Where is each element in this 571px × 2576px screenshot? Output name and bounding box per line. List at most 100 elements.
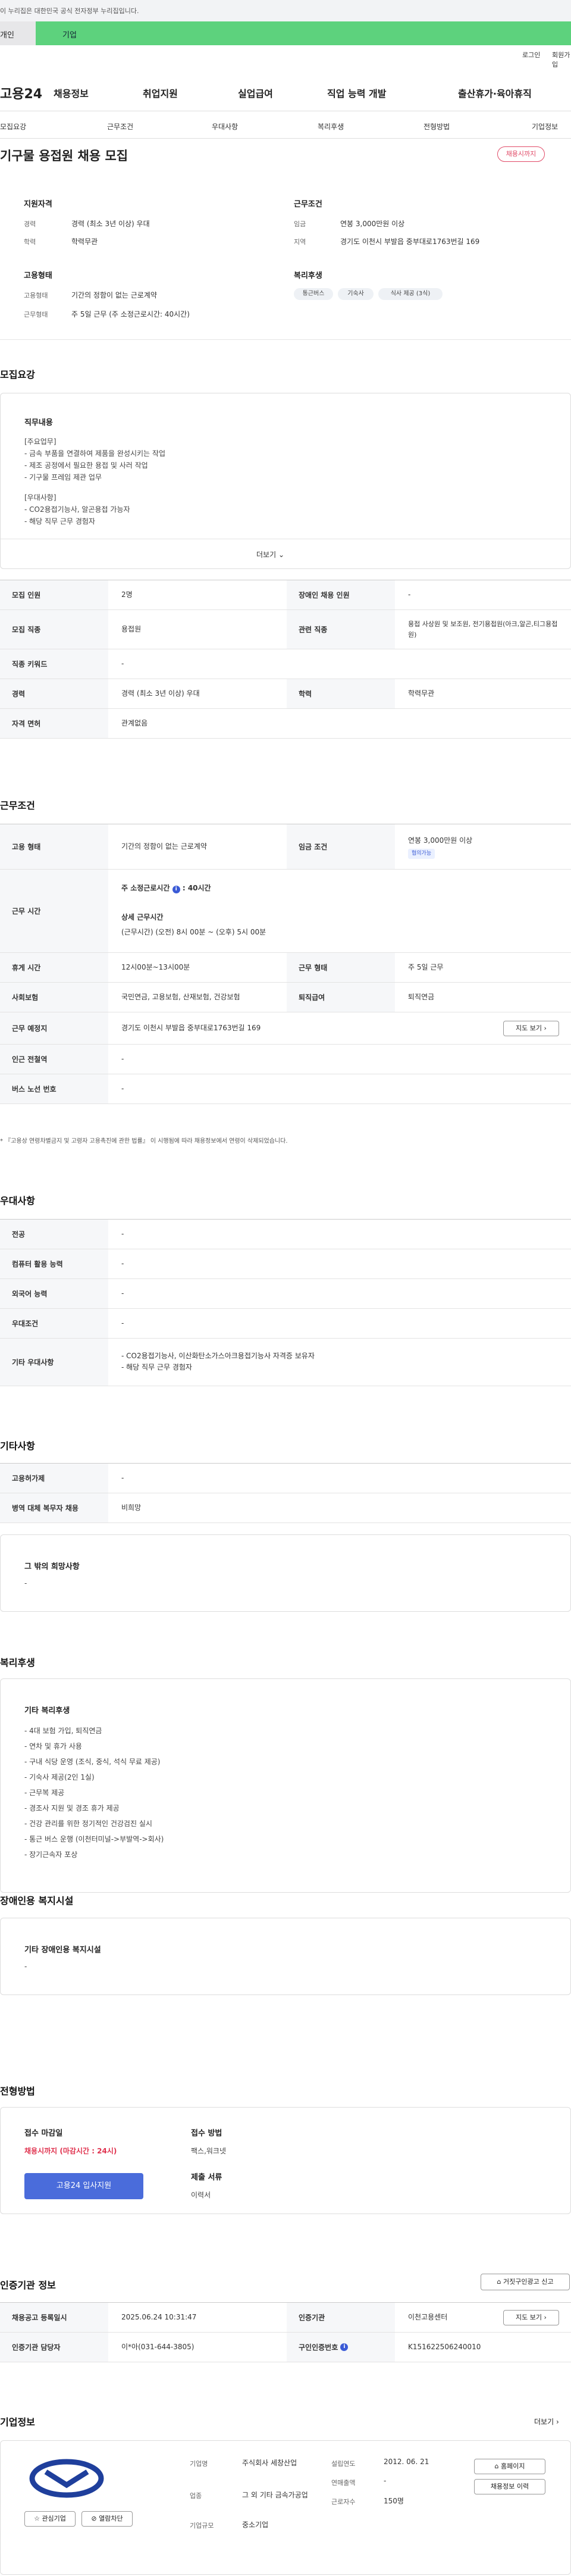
tab-personal[interactable]: 개인: [0, 21, 36, 45]
welfare-box: 기타 복리후생 - 4대 보험 가입, 퇴직연금 - 연차 및 휴가 사용 - …: [0, 1678, 571, 1893]
favorite-company-button[interactable]: ☆ 관심기업: [24, 2511, 76, 2527]
welfare-item: - 근무복 제공: [24, 1789, 65, 1797]
table-cell: 퇴직연금: [408, 992, 435, 1001]
welfare-box-title: 기타 복리후생: [24, 1706, 70, 1715]
founded-value: 2012. 06. 21: [384, 2458, 429, 2466]
menu-job-info[interactable]: 채용정보: [54, 86, 89, 100]
conditions-title: 근무조건: [294, 200, 322, 209]
qualification-title: 지원자격: [24, 200, 52, 209]
info-icon[interactable]: i: [172, 886, 180, 893]
menu-employment-support[interactable]: 취업지원: [143, 86, 178, 100]
cert-map-button[interactable]: 지도 보기 ›: [503, 2310, 559, 2325]
table-row: 직종 키워드 -: [0, 649, 571, 679]
menu-vocational-training[interactable]: 직업 능력 개발: [327, 86, 386, 100]
tab-corporate[interactable]: 기업: [36, 21, 571, 45]
other-wishes-title: 그 밖의 희망사항: [24, 1562, 80, 1571]
company-size-value: 중소기업: [242, 2521, 269, 2529]
tab-recruit[interactable]: 모집요강: [0, 121, 26, 132]
company-logo: [29, 2459, 104, 2498]
table-cell: -: [121, 1054, 124, 1063]
docs-label: 제출 서류: [191, 2173, 222, 2182]
facilities-value: -: [24, 1962, 27, 1971]
tab-preferences[interactable]: 우대사항: [212, 121, 238, 132]
table-cell: 주 소정근로시간 i : 40시간 상세 근무시간 (근무시간) (오전) 8시…: [108, 870, 571, 952]
table-row: 고용허가제 -: [0, 1464, 571, 1493]
apply-button[interactable]: 고용24 입사지원: [24, 2173, 143, 2199]
company-more-link[interactable]: 더보기 ›: [534, 2416, 559, 2427]
tab-welfare[interactable]: 복리후생: [318, 121, 344, 132]
table-header: 고용허가제: [0, 1464, 108, 1493]
job-line: - 기구물 프레임 제관 업무: [24, 473, 102, 482]
table-header: 채용공고 등록일시: [0, 2303, 108, 2332]
info-icon[interactable]: i: [340, 2343, 349, 2351]
weekly-hours-label: 주 소정근로시간: [121, 884, 170, 892]
table-cell: 2명: [121, 590, 133, 599]
tab-company[interactable]: 기업정보: [532, 121, 558, 132]
table-cell: K151622506240010: [408, 2342, 481, 2351]
welfare-item: - 건강 관리를 위한 정기적인 건강검진 실시: [24, 1820, 152, 1828]
table-header: 임금 조건: [287, 824, 395, 869]
welfare-chip: 식사 제공 (3식): [378, 288, 443, 300]
table-cell: 2025.06.24 10:31:47: [121, 2312, 197, 2321]
table-header: 전공: [0, 1220, 108, 1249]
table-header: 경력: [0, 679, 108, 708]
career-value: 경력 (최소 3년 이상) 우대: [71, 220, 150, 228]
table-cell: 경기도 이천시 부발읍 중부대로1763번길 169: [121, 1023, 261, 1032]
table-row: 버스 노선 번호 -: [0, 1074, 571, 1104]
tab-conditions[interactable]: 근무조건: [107, 121, 133, 132]
deadline-label: 접수 마감일: [24, 2129, 63, 2138]
more-label: 더보기: [256, 551, 277, 559]
tab-selection[interactable]: 전형방법: [423, 121, 450, 132]
welfare-chip: 통근버스: [294, 288, 333, 300]
table-cell: 이*아(031-644-3805): [121, 2342, 194, 2351]
menu-unemployment-benefit[interactable]: 실업급여: [238, 86, 273, 100]
block-company-button[interactable]: ⊘ 열람차단: [81, 2511, 133, 2527]
section-title-company: 기업정보: [0, 2416, 35, 2428]
table-cell: 관계없음: [121, 718, 148, 727]
section-title-conditions: 근무조건: [0, 800, 35, 811]
wage-label: 임금: [294, 220, 306, 228]
signup-link[interactable]: 회원가입: [552, 50, 571, 69]
section-title-etc: 기타사항: [0, 1440, 35, 1452]
employees-value: 150명: [384, 2497, 404, 2505]
more-button[interactable]: 더보기 ⌄: [256, 549, 284, 559]
detail-hours-value: (근무시간) (오전) 8시 00분 ~ (오후) 5시 00분: [121, 928, 266, 937]
welfare-item: - 연차 및 휴가 사용: [24, 1742, 82, 1750]
employees-label: 근로자수: [331, 2498, 356, 2506]
table-cell: -: [121, 659, 124, 668]
login-link[interactable]: 로그인: [522, 50, 540, 60]
table-cell: 용접원: [121, 624, 142, 633]
recruit-table: 모집 인원 2명 장애인 채용 인원 - 모집 직종 용접원 관련 직종 용접 …: [0, 580, 571, 758]
area-value: 경기도 이천시 부발읍 중부대로1763번길 169: [340, 237, 480, 246]
area-label: 지역: [294, 238, 306, 246]
menu-parental-leave[interactable]: 출산휴가·육아휴직: [458, 86, 532, 100]
table-row: 모집 직종 용접원 관련 직종 용접 사상원 및 보조원, 전기용접원(아크,알…: [0, 610, 571, 649]
pref-line: - CO2용접기능사, 이산화탄소가스아크용접기능사 자격증 보유자: [121, 1352, 315, 1360]
job-line: [우대사항]: [24, 493, 57, 502]
table-header: 근무 시간: [0, 870, 108, 952]
weekly-hours: 주 소정근로시간 i : 40시간: [121, 884, 211, 893]
welfare-item: - 4대 보험 가입, 퇴직연금: [24, 1727, 102, 1735]
report-button-label: 거짓구인광고 신고: [503, 2278, 554, 2286]
welfare-title: 복리후생: [294, 271, 322, 280]
section-title-welfare: 복리후생: [0, 1657, 35, 1668]
cert-number-label: 구인인증번호: [299, 2343, 338, 2352]
other-wishes-box: 그 밖의 희망사항 -: [0, 1534, 571, 1612]
worktype-value: 주 5일 근무 (주 소정근로시간: 40시간): [71, 310, 190, 318]
history-button[interactable]: 채용정보 이력: [474, 2479, 545, 2494]
job-line: - 해당 직무 근무 경험자: [24, 517, 95, 526]
report-button[interactable]: ⌂ 거짓구인광고 신고: [481, 2274, 570, 2290]
etc-table: 고용허가제 - 병역 대체 복무자 채용 비희망: [0, 1463, 571, 1523]
map-button[interactable]: 지도 보기 ›: [503, 1021, 559, 1036]
table-header: 근무 형태: [287, 953, 395, 982]
site-logo[interactable]: 고용24: [0, 83, 42, 102]
table-header: 직종 키워드: [0, 649, 108, 679]
age-notice: * 『고용상 연령차별금지 및 고령자 고용촉진에 관한 법률』 이 시행됨에 …: [0, 1138, 288, 1145]
pref-line: - 해당 직무 근무 경험자: [121, 1363, 192, 1372]
welfare-item: - 장기근속자 포상: [24, 1850, 78, 1859]
favorite-label: 관심기업: [42, 2515, 66, 2522]
welfare-item: - 기숙사 제공(2인 1실): [24, 1773, 95, 1781]
welfare-chip: 기숙사: [338, 288, 374, 300]
homepage-button[interactable]: ⌂ 홈페이지: [474, 2459, 545, 2474]
job-line: [주요업무]: [24, 437, 57, 446]
